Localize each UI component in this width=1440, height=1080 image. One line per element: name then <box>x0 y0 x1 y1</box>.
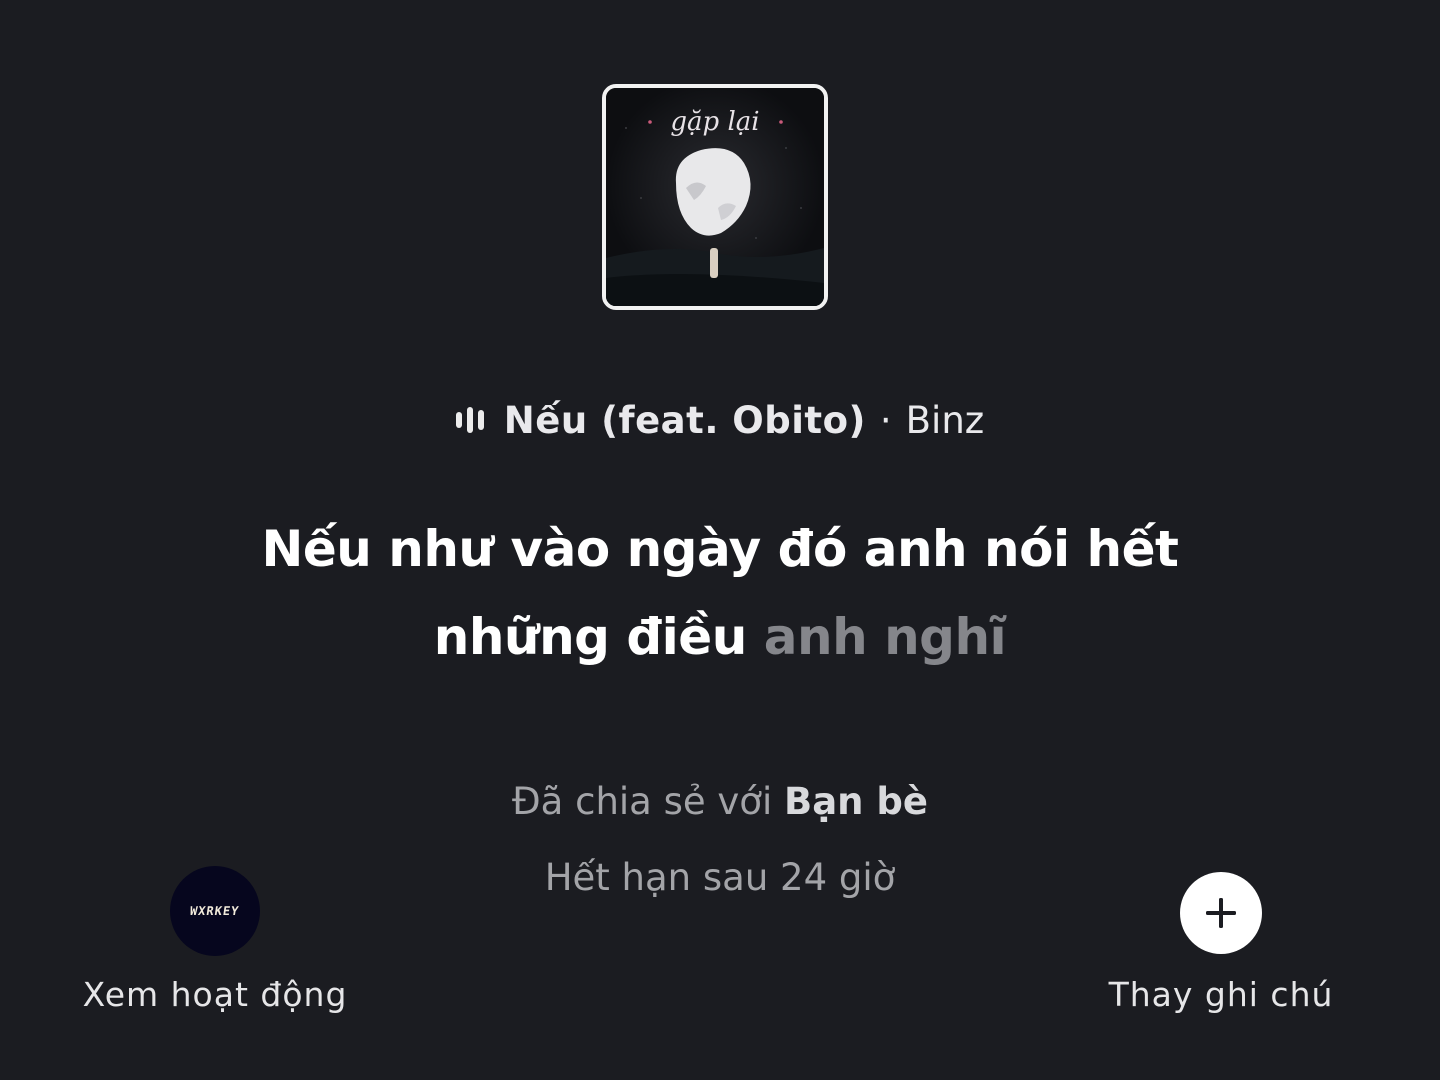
view-activity-label[interactable]: Xem hoạt động <box>60 975 370 1014</box>
album-art-title: gặp lại <box>670 107 759 137</box>
album-art[interactable]: gặp lại <box>602 84 828 310</box>
share-audience: Bạn bè <box>784 780 928 823</box>
equalizer-icon <box>455 405 484 435</box>
lyric-upcoming: anh nghĩ <box>763 608 1007 666</box>
lyric-line-1: Nếu như vào ngày đó anh nói hết <box>261 520 1179 578</box>
avatar[interactable]: WXRKEY <box>170 866 260 956</box>
shared-with-text: Đã chia sẻ với Bạn bè <box>0 776 1440 852</box>
separator-dot: · <box>879 398 892 442</box>
shared-with-prefix: Đã chia sẻ với <box>512 780 784 823</box>
artist-name: Binz <box>905 398 985 442</box>
song-title: Nếu (feat. Obito) <box>503 398 866 442</box>
album-cover-image: gặp lại <box>606 88 824 306</box>
lyrics-block: Nếu như vào ngày đó anh nói hết những đi… <box>150 505 1290 681</box>
plus-icon <box>1206 898 1236 928</box>
avatar-logo-text: WXRKEY <box>189 904 241 918</box>
lyric-sung: những điều <box>433 608 764 666</box>
lyric-line-2: những điều anh nghĩ <box>150 593 1290 681</box>
change-note-label[interactable]: Thay ghi chú <box>1080 975 1362 1014</box>
add-note-button[interactable] <box>1180 872 1262 954</box>
now-playing-row[interactable]: Nếu (feat. Obito) · Binz <box>0 390 1440 450</box>
